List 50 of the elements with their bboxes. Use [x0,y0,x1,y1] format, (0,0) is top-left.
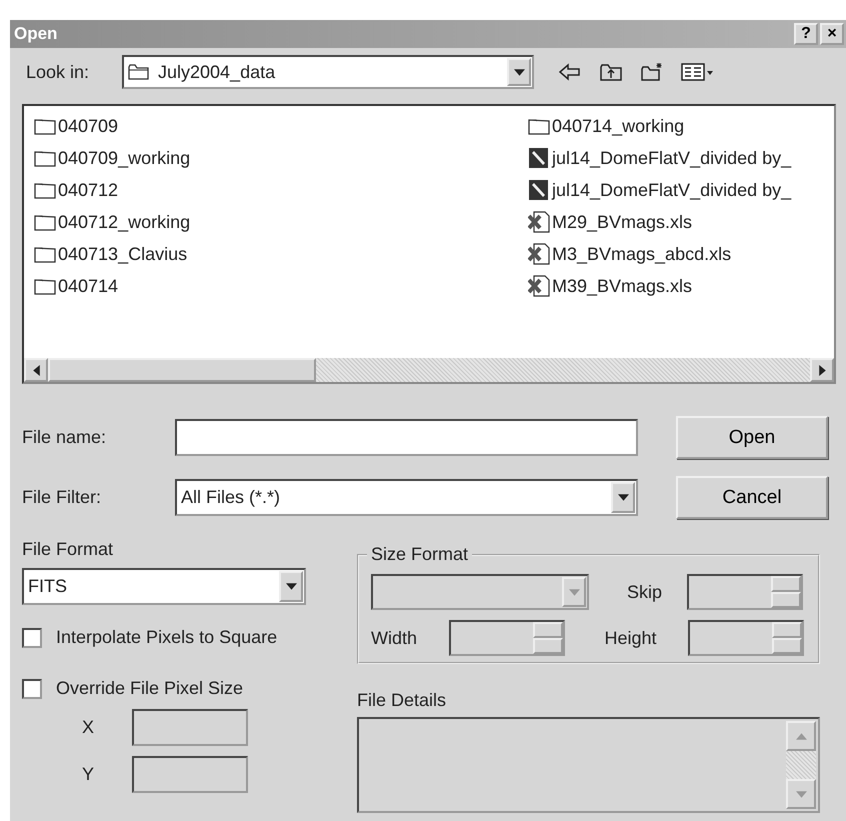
dropdown-arrow-icon[interactable] [514,68,524,76]
file-item[interactable]: 040714_working [528,110,834,142]
file-filter-dropdown[interactable]: All Files (*.*) [175,479,638,516]
up-folder-icon[interactable] [599,62,623,82]
look-in-dropdown[interactable]: July2004_data [122,55,534,89]
file-filter-label: File Filter: [22,487,102,508]
file-format-label: File Format [22,539,114,560]
file-item[interactable]: 040709 [34,110,528,142]
view-menu-icon[interactable] [681,62,715,82]
scroll-left-icon[interactable] [32,364,40,376]
pixel-size-label: X [81,717,96,738]
file-name-field[interactable] [175,419,638,456]
file-item[interactable]: 040712_working [34,206,528,238]
file-item[interactable]: 040712 [34,174,528,206]
checkbox-label: Override File Pixel Size [56,678,244,699]
spreadsheet-file-icon [528,243,550,265]
pixel-size-label: Y [81,764,96,785]
image-file-icon [528,147,550,169]
file-item[interactable]: 040709_working [34,142,528,174]
scroll-right-icon[interactable] [818,364,826,376]
file-item[interactable]: 040714 [34,270,528,302]
file-item[interactable]: M29_BVmags.xls [528,206,834,238]
file-item[interactable]: jul14_DomeFlatV_divided by_ [528,174,834,206]
new-folder-icon[interactable] [640,62,664,82]
dropdown-arrow-icon[interactable] [618,494,628,501]
file-format-dropdown[interactable]: FITS [22,568,306,605]
checkbox-label: Interpolate Pixels to Square [56,627,278,648]
open-button[interactable]: Open [676,416,828,459]
file-item[interactable]: M39_BVmags.xls [528,270,834,302]
spreadsheet-file-icon [528,275,550,297]
file-name-label: File name: [22,427,108,448]
spin-label: Height [604,628,658,648]
look-in-label: Look in: [26,62,90,82]
image-file-icon [528,179,550,201]
checkbox[interactable] [22,628,42,648]
close-button[interactable]: × [820,23,844,45]
help-button[interactable]: ? [794,23,818,45]
window-title: Open [14,24,58,44]
spin-label: Skip [627,582,664,602]
file-item[interactable]: M3_BVmags_abcd.xls [528,238,834,270]
file-details-label: File Details [357,690,448,711]
checkbox[interactable] [22,678,42,698]
horizontal-scrollbar[interactable] [24,358,834,382]
spin-label: Width [371,628,418,648]
spreadsheet-file-icon [528,211,550,233]
dropdown-arrow-icon[interactable] [286,583,296,590]
back-arrow-icon[interactable] [558,62,582,82]
cancel-button[interactable]: Cancel [676,476,828,519]
file-item[interactable]: 040713_Clavius [34,238,528,270]
file-item[interactable]: jul14_DomeFlatV_divided by_ [528,142,834,174]
